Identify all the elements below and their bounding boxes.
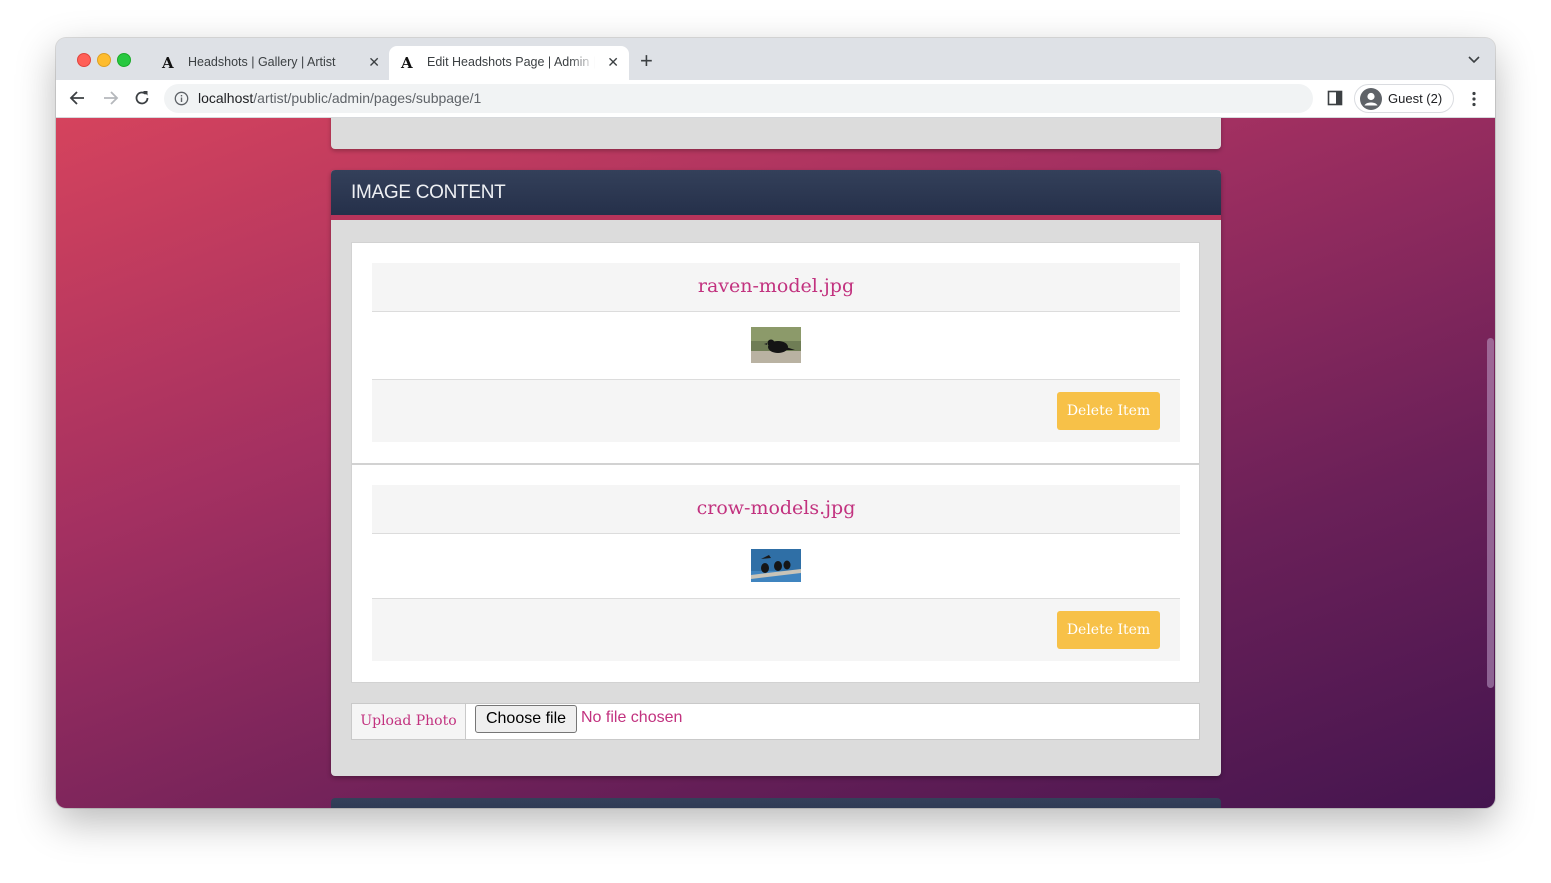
image-item-card: crow-models.jpg Delete Item — [351, 464, 1200, 683]
url-path: /artist/public/admin/pages/subpage/1 — [253, 90, 482, 106]
item-actions: Delete Item — [372, 598, 1180, 661]
tab-close-icon[interactable]: ✕ — [607, 54, 619, 71]
guest-avatar-icon — [1360, 88, 1382, 110]
upload-photo-group: Upload Photo Choose file No file chosen — [351, 703, 1200, 740]
choose-file-button[interactable]: Choose file — [475, 705, 577, 733]
forward-arrow-icon[interactable] — [100, 88, 120, 108]
image-item: crow-models.jpg Delete Item — [372, 485, 1180, 662]
profile-label: Guest (2) — [1388, 91, 1443, 106]
delete-item-button[interactable]: Delete Item — [1057, 611, 1160, 649]
tab-strip: A Headshots | Gallery | Artist ✕ A Edit … — [56, 38, 1495, 80]
next-panel-header — [331, 798, 1221, 808]
site-info-icon[interactable] — [174, 91, 189, 106]
image-item-card: raven-model.jpg Delete Item — [351, 242, 1200, 464]
item-actions: Delete Item — [372, 379, 1180, 442]
browser-toolbar: localhost/artist/public/admin/pages/subp… — [56, 80, 1495, 118]
address-bar[interactable]: localhost/artist/public/admin/pages/subp… — [164, 84, 1313, 113]
panel-title: IMAGE CONTENT — [351, 182, 506, 203]
url-host: localhost — [198, 90, 254, 106]
side-panel-icon[interactable] — [1327, 90, 1343, 106]
file-status-text: No file chosen — [581, 709, 683, 726]
image-filename: crow-models.jpg — [372, 485, 1180, 534]
raven-thumbnail-image — [751, 327, 801, 363]
back-arrow-icon[interactable] — [68, 88, 88, 108]
tab-headshots-gallery[interactable]: A Headshots | Gallery | Artist ✕ — [150, 46, 390, 80]
reload-icon[interactable] — [132, 88, 152, 108]
tab-edit-headshots[interactable]: A Edit Headshots Page | Admin | Artist ✕ — [389, 46, 629, 80]
tab-title: Headshots | Gallery | Artist — [188, 55, 336, 69]
image-filename: raven-model.jpg — [372, 263, 1180, 312]
upload-photo-label: Upload Photo — [352, 704, 466, 739]
page-viewport: IMAGE CONTENT raven-model.jpg Delete Ite… — [56, 118, 1495, 808]
url-text: localhost/artist/public/admin/pages/subp… — [198, 90, 481, 106]
tab-title: Edit Headshots Page | Admin | Artist — [427, 55, 595, 69]
profile-button[interactable]: Guest (2) — [1354, 84, 1454, 113]
delete-item-button[interactable]: Delete Item — [1057, 392, 1160, 430]
browser-window: A Headshots | Gallery | Artist ✕ A Edit … — [56, 38, 1495, 808]
browser-menu-icon[interactable] — [1466, 90, 1482, 108]
new-tab-button[interactable]: + — [640, 49, 653, 73]
site-favicon-icon: A — [162, 54, 174, 72]
zoom-window-button[interactable] — [117, 53, 131, 67]
tab-close-icon[interactable]: ✕ — [368, 54, 380, 71]
minimize-window-button[interactable] — [97, 53, 111, 67]
image-item: raven-model.jpg Delete Item — [372, 263, 1180, 443]
previous-panel-bottom — [331, 118, 1221, 149]
image-content-panel: IMAGE CONTENT raven-model.jpg Delete Ite… — [331, 170, 1221, 776]
scrollbar-thumb[interactable] — [1487, 338, 1494, 688]
site-favicon-icon: A — [401, 54, 413, 72]
tab-search-chevron-icon[interactable] — [1467, 52, 1481, 66]
close-window-button[interactable] — [77, 53, 91, 67]
panel-header: IMAGE CONTENT — [331, 170, 1221, 220]
page-scrollbar[interactable] — [1485, 118, 1495, 808]
crows-thumbnail-image — [751, 549, 801, 582]
